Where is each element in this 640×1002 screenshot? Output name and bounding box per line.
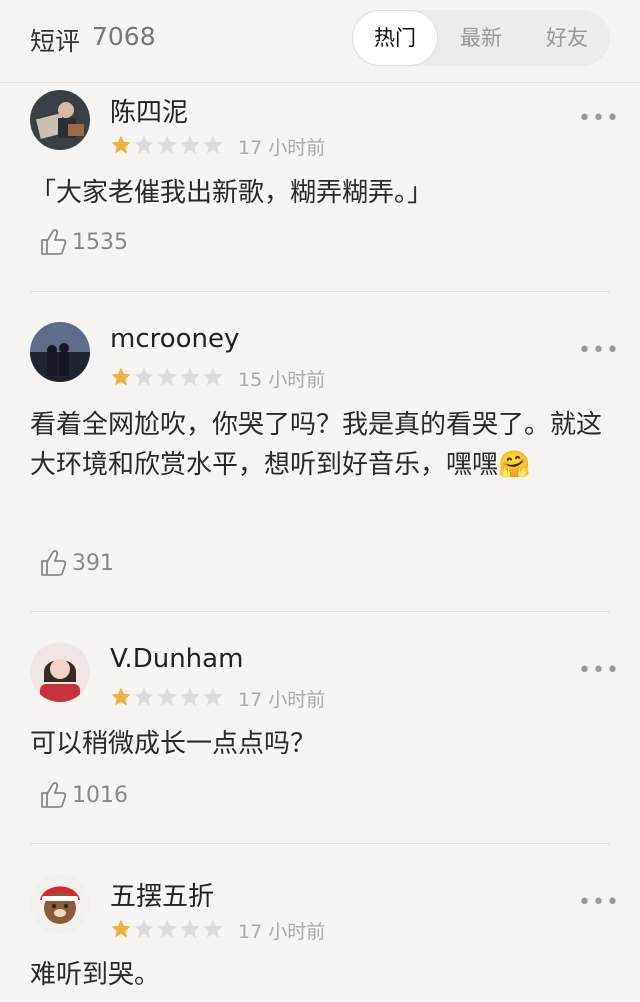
comment-time: 15 小时前 [238,369,326,391]
star-icon [203,687,223,706]
star-icon [134,919,154,938]
star-icon [111,687,131,706]
more-dots-icon[interactable]: ••• [578,658,620,683]
like-button[interactable]: 1535 [38,226,128,256]
username[interactable]: 五摆五折 [110,876,214,913]
sort-tabs: 热门 最新 好友 [352,10,610,66]
avatar[interactable] [30,874,90,934]
star-icon [157,367,177,386]
rating-stars [110,686,225,708]
star-icon [134,687,154,706]
username[interactable]: mcrooney [110,324,239,354]
more-dots-icon[interactable]: ••• [578,106,620,131]
star-icon [157,919,177,938]
star-icon [180,135,200,154]
avatar[interactable] [30,322,90,382]
avatar[interactable] [30,642,90,702]
star-icon [180,367,200,386]
section-title: 短评 [30,27,81,56]
comment-text: 看着全网尬吹，你哭了吗？我是真的看哭了。就这大环境和欣赏水平，想听到好音乐，嘿嘿… [30,410,603,480]
rating-stars [110,366,225,388]
star-icon [157,687,177,706]
tab-friends[interactable]: 好友 [524,10,610,66]
star-icon [111,367,131,386]
star-icon [180,687,200,706]
star-icon [111,135,131,154]
rating-stars [110,918,225,940]
username[interactable]: V.Dunham [110,644,243,674]
tab-latest[interactable]: 最新 [438,10,524,66]
comment-time: 17 小时前 [238,689,326,711]
divider [30,611,610,612]
divider [30,843,610,844]
like-button[interactable]: 391 [38,547,114,577]
comment-time: 17 小时前 [238,921,326,943]
star-icon [134,367,154,386]
like-count: 1016 [72,782,128,808]
username[interactable]: 陈四泥 [110,92,188,129]
comment-text: 难听到哭。 [30,960,161,990]
thumbs-up-icon [41,550,67,576]
tab-hot[interactable]: 热门 [352,10,438,66]
avatar[interactable] [30,90,90,150]
star-icon [157,135,177,154]
star-icon [111,919,131,938]
more-dots-icon[interactable]: ••• [578,890,620,915]
thumbs-up-icon [41,229,67,255]
star-icon [203,135,223,154]
like-count: 391 [72,550,114,576]
comment-time: 17 小时前 [238,137,326,159]
more-dots-icon[interactable]: ••• [578,338,620,363]
reviews-header: 短评 7068 热门 最新 好友 [0,0,640,83]
star-icon [203,919,223,938]
star-icon [134,135,154,154]
comment-text: 「大家老催我出新歌，糊弄糊弄。」 [30,178,434,208]
divider [30,291,610,292]
thumbs-up-icon [41,782,67,808]
review-count: 7068 [92,22,156,51]
star-icon [203,367,223,386]
comment-text: 可以稍微成长一点点吗？ [30,729,317,759]
like-count: 1535 [72,229,128,255]
rating-stars [110,134,225,156]
star-icon [180,919,200,938]
like-button[interactable]: 1016 [38,779,128,809]
